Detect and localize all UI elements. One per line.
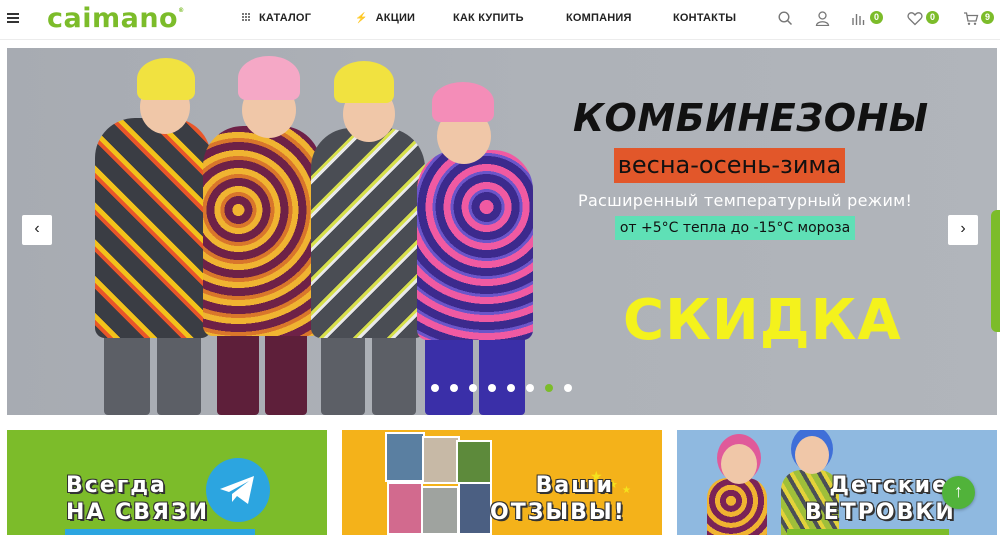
compare-count-badge: 0 <box>870 11 883 24</box>
promo-card-windbreakers-title: Детские ВЕТРОВКИ <box>805 472 956 526</box>
banner-sale: СКИДКА <box>623 288 902 353</box>
chevron-left-icon: ‹ <box>34 220 40 237</box>
promo-card-telegram[interactable]: Всегда НА СВЯЗИ <box>7 430 327 535</box>
review-photo <box>422 436 460 484</box>
slider-prev-button[interactable]: ‹ <box>22 215 52 245</box>
search-icon[interactable] <box>778 11 793 26</box>
logo-text[interactable]: caimano <box>47 3 178 34</box>
nav-how-to-buy[interactable]: КАК КУПИТЬ <box>453 12 524 24</box>
nav-sales[interactable]: ⚡ АКЦИИ <box>355 12 415 24</box>
slider-dot[interactable] <box>469 384 477 392</box>
heart-icon[interactable] <box>907 11 923 26</box>
promo-card-telegram-line2: НА СВЯЗИ <box>66 500 209 525</box>
card-stripe <box>787 529 949 535</box>
chevron-right-icon: › <box>960 220 966 237</box>
promo-card-reviews[interactable]: ★ ★ ★ Ваши ОТЗЫВЫ! <box>342 430 662 535</box>
nav-catalog[interactable]: КАТАЛОГ <box>242 12 311 24</box>
nav-sales-label: АКЦИИ <box>375 12 416 24</box>
banner-headline: КОМБИНЕЗОНЫ <box>573 96 929 140</box>
review-photo <box>421 486 459 535</box>
star-icon: ★ <box>622 485 631 496</box>
slider-dot[interactable] <box>450 384 458 392</box>
card-stripe <box>65 529 255 535</box>
slider-dot[interactable] <box>507 384 515 392</box>
site-logo[interactable]: caimano® <box>47 3 185 34</box>
review-photo <box>456 440 492 484</box>
user-icon[interactable] <box>815 11 830 26</box>
telegram-plane-icon <box>220 476 254 504</box>
nav-catalog-label: КАТАЛОГ <box>259 12 312 24</box>
compare-chart-icon[interactable] <box>851 11 867 26</box>
nav-company[interactable]: КОМПАНИЯ <box>566 12 632 24</box>
slider-dot[interactable] <box>564 384 572 392</box>
promo-card-windbreakers-line1: Детские <box>829 473 949 498</box>
cart-count-badge: 9 <box>981 11 994 24</box>
grid-icon <box>242 13 250 22</box>
telegram-icon <box>206 458 270 522</box>
side-tab[interactable] <box>991 210 1000 332</box>
slider-dot[interactable] <box>431 384 439 392</box>
promo-card-telegram-line1: Всегда <box>66 473 167 498</box>
menu-icon[interactable] <box>7 13 19 23</box>
scroll-to-top-button[interactable]: ↑ <box>942 476 975 509</box>
site-header: caimano® КАТАЛОГ ⚡ АКЦИИ КАК КУПИТЬ КОМПА… <box>0 0 1000 40</box>
slider-dot[interactable] <box>488 384 496 392</box>
promo-card-reviews-title: Ваши ОТЗЫВЫ! <box>490 472 626 526</box>
banner-temp-mode: Расширенный температурный режим! <box>578 191 913 210</box>
promo-card-telegram-title: Всегда НА СВЯЗИ <box>66 472 209 526</box>
cart-icon[interactable] <box>963 11 979 26</box>
slider-dot[interactable] <box>526 384 534 392</box>
slider-dot[interactable] <box>545 384 553 392</box>
slider-next-button[interactable]: › <box>948 215 978 245</box>
logo-registered-mark: ® <box>178 7 185 14</box>
promo-card-windbreakers-line2: ВЕТРОВКИ <box>805 500 956 525</box>
hero-slider[interactable]: КОМБИНЕЗОНЫ весна-осень-зима Расширенный… <box>7 48 997 415</box>
banner-season: весна-осень-зима <box>614 148 845 183</box>
promo-card-reviews-line2: ОТЗЫВЫ! <box>490 500 626 525</box>
review-photo <box>458 482 492 535</box>
nav-contacts[interactable]: КОНТАКТЫ <box>673 12 736 24</box>
favorites-count-badge: 0 <box>926 11 939 24</box>
lightning-icon: ⚡ <box>355 13 368 24</box>
review-photo <box>387 482 423 535</box>
arrow-up-icon: ↑ <box>954 481 963 501</box>
slider-pagination <box>431 384 572 392</box>
banner-temp-range: от +5°C тепла до -15°C мороза <box>615 216 855 240</box>
promo-card-reviews-line1: Ваши <box>535 473 614 498</box>
review-photo <box>385 432 425 482</box>
